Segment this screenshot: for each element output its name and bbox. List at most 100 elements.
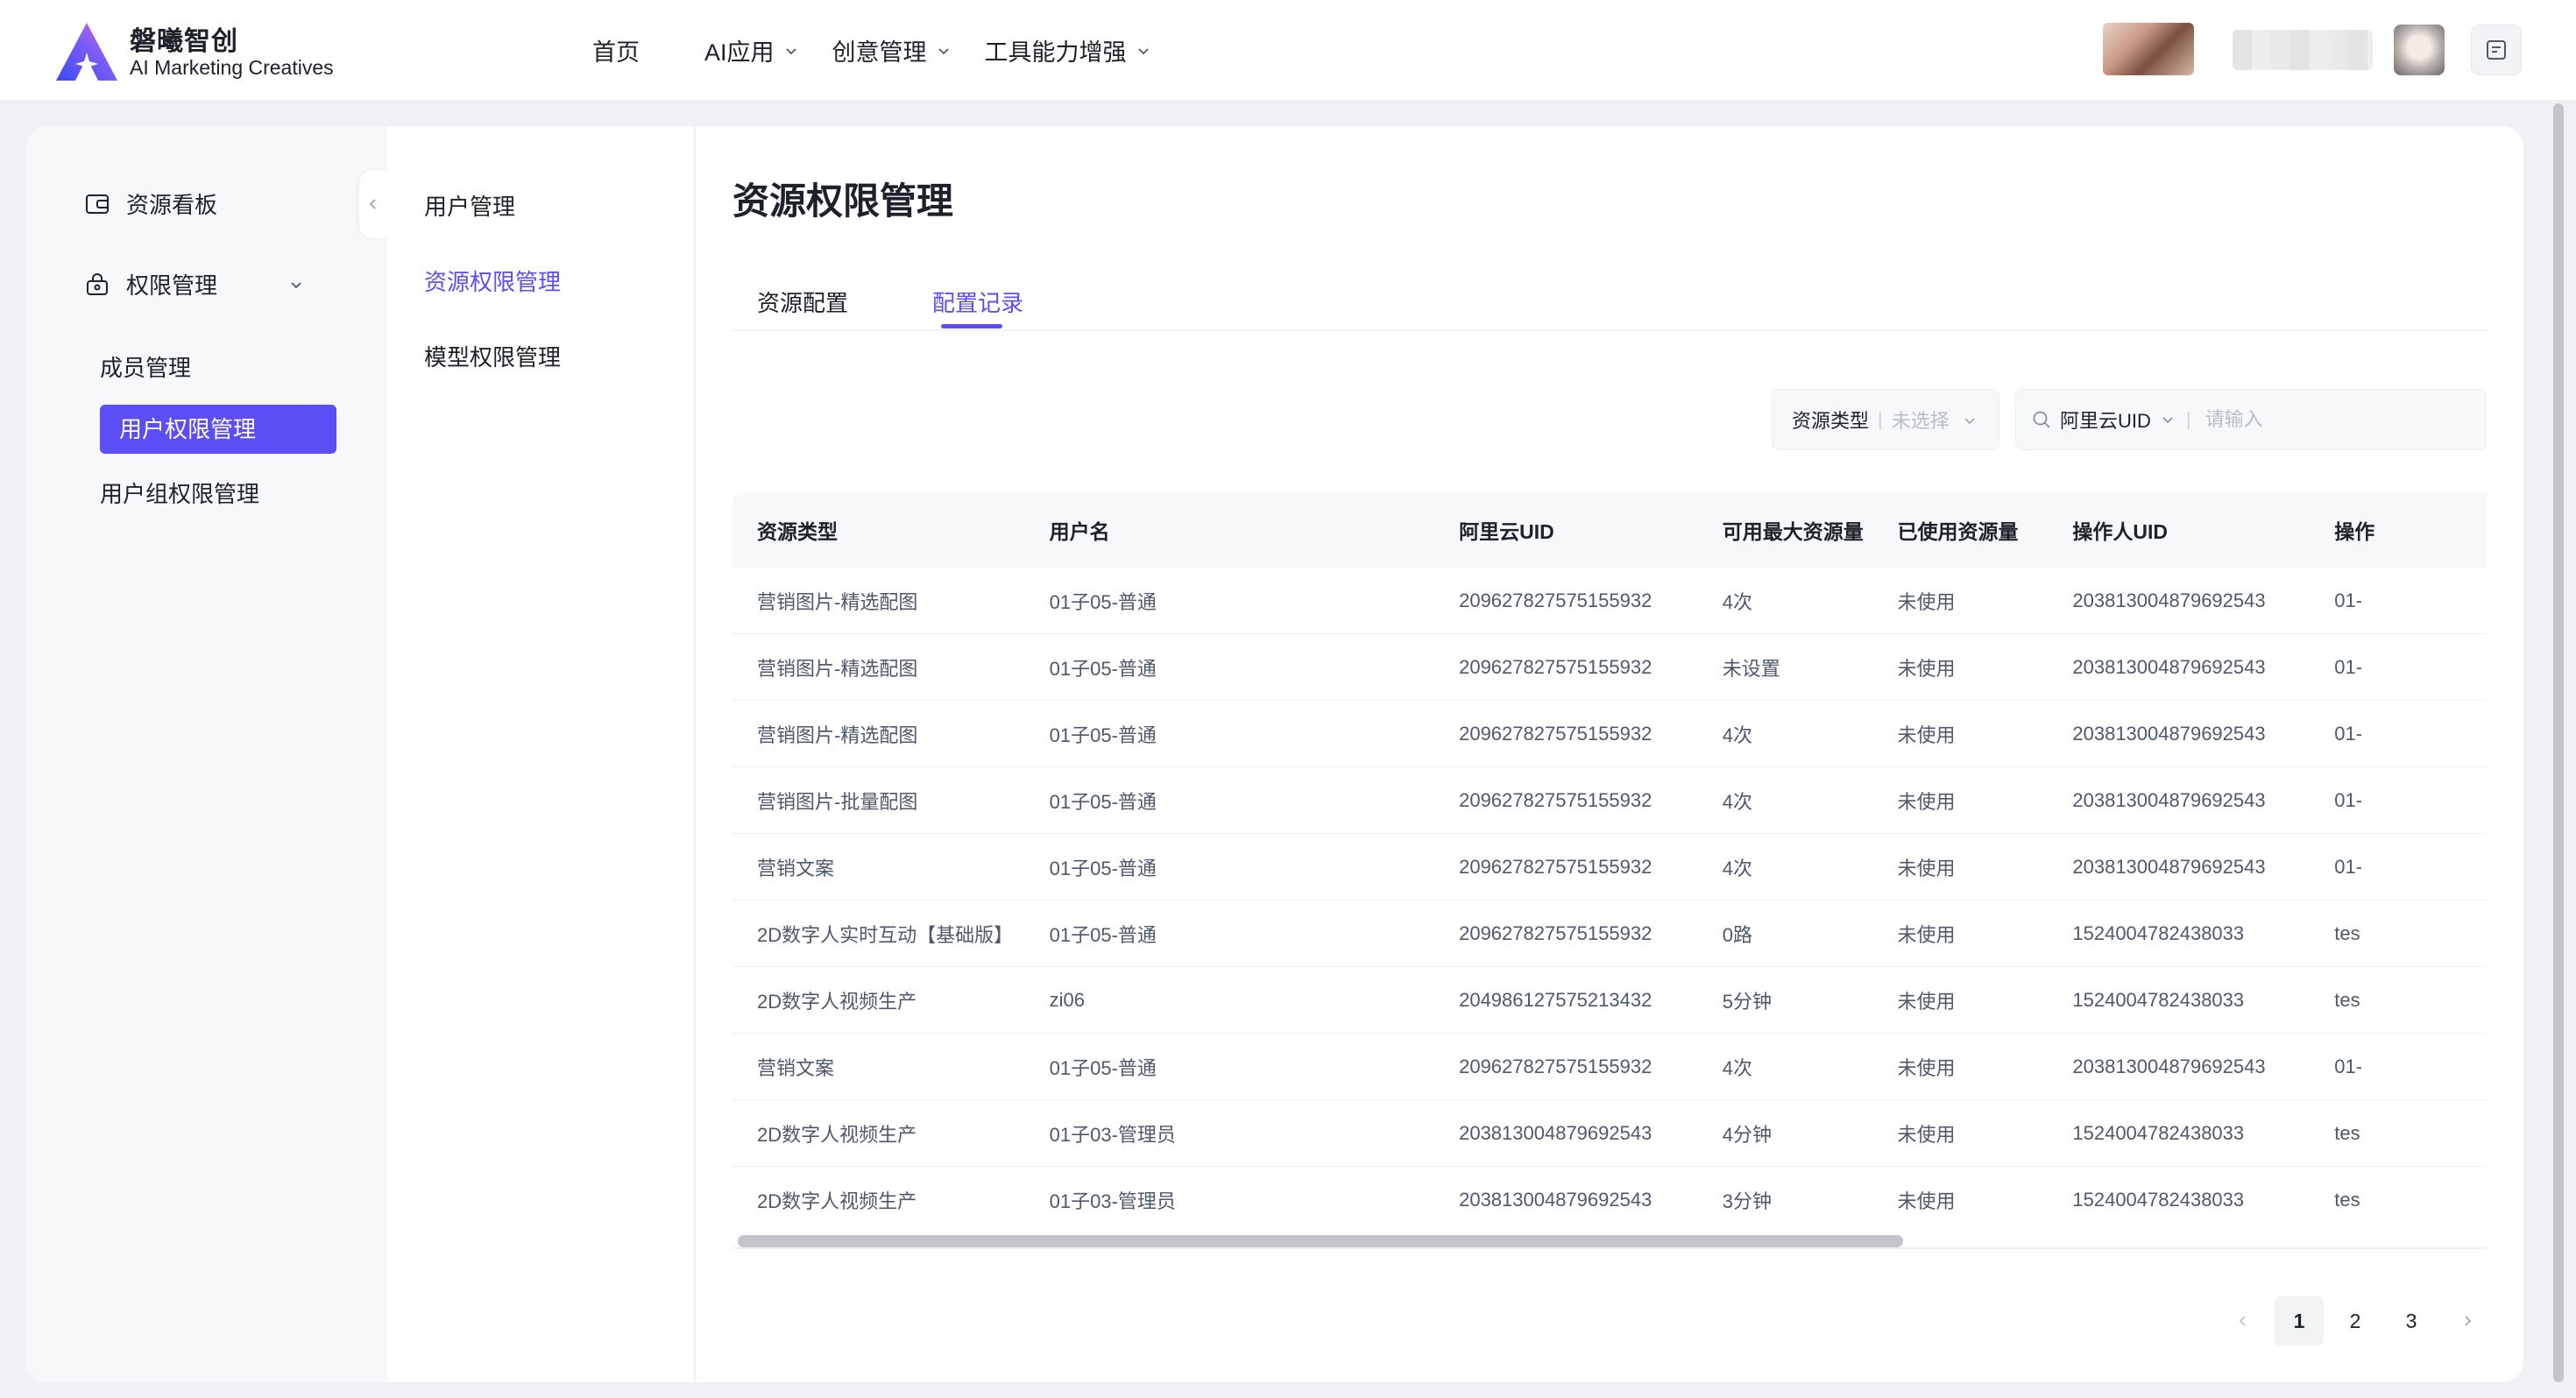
sidebar-collapse-button[interactable] xyxy=(359,170,387,238)
records-table-container: 资源类型 用户名 阿里云UID 可用最大资源量 已使用资源量 操作人UID 操作… xyxy=(732,492,2487,1232)
sidebar-item-dashboard[interactable]: 资源看板 xyxy=(84,187,217,220)
cell-operation: 01- xyxy=(2310,833,2487,900)
brand-logo-icon[interactable] xyxy=(54,21,119,82)
cell-username: 01子05-普通 xyxy=(1024,766,1435,834)
cell-resource-type: 营销图片-批量配图 xyxy=(732,766,1025,834)
cell-operation: 01- xyxy=(2310,766,2487,834)
cell-aliyun-uid: 209627827575155932 xyxy=(1434,766,1698,834)
cell-aliyun-uid: 203813004879692543 xyxy=(1434,1099,1698,1167)
cell-operator-uid: 203813004879692543 xyxy=(2048,568,2311,634)
lock-bag-icon xyxy=(87,272,108,295)
tab-config-records[interactable]: 配置记录 xyxy=(932,286,1023,318)
cell-used-quota: 未使用 xyxy=(1872,1166,2049,1232)
table-row: 2D数字人视频生产 01子03-管理员 203813004879692543 3… xyxy=(732,1166,2487,1232)
page-vertical-scrollbar-thumb[interactable] xyxy=(2553,103,2564,1382)
cell-resource-type: 营销文案 xyxy=(732,833,1025,900)
nav-creative-mgmt-label: 创意管理 xyxy=(832,39,927,66)
top-header: 磐曦智创 AI Marketing Creatives 首页 AI应用 创意管理… xyxy=(0,0,2576,100)
cell-used-quota: 未使用 xyxy=(1872,833,2049,900)
horizontal-scrollbar-thumb[interactable] xyxy=(738,1235,1903,1247)
cell-resource-type: 营销图片-精选配图 xyxy=(732,700,1025,767)
table-row: 营销文案 01子05-普通 209627827575155932 4次 未使用 … xyxy=(732,1033,2487,1100)
table-row: 营销图片-批量配图 01子05-普通 209627827575155932 4次… xyxy=(732,766,2487,834)
page-button-1[interactable]: 1 xyxy=(2275,1296,2324,1345)
column-header-resource-type: 资源类型 xyxy=(732,492,1025,568)
cell-max-quota: 5分钟 xyxy=(1697,966,1873,1034)
brand-subtitle: AI Marketing Creatives xyxy=(130,56,334,79)
next-page-button[interactable] xyxy=(2443,1296,2492,1345)
nav-creative-mgmt[interactable]: 创意管理 xyxy=(832,33,950,67)
nav-tools[interactable]: 工具能力增强 xyxy=(985,33,1150,67)
featured-avatar-image[interactable] xyxy=(2103,23,2194,75)
cell-username: 01子05-普通 xyxy=(1024,700,1435,767)
user-avatar[interactable] xyxy=(2394,25,2445,75)
cell-operation: 01- xyxy=(2310,568,2487,634)
cell-max-quota: 4次 xyxy=(1697,700,1873,767)
nav-tools-label: 工具能力增强 xyxy=(984,39,1127,66)
sidebar-item-dashboard-label: 资源看板 xyxy=(126,192,218,218)
brand-name: 磐曦智创 xyxy=(130,27,238,56)
page-vertical-scrollbar[interactable] xyxy=(2550,103,2567,1382)
sidebar-item-permission[interactable]: 权限管理 xyxy=(84,268,303,300)
sidebar-item-group-permission[interactable]: 用户组权限管理 xyxy=(100,477,259,509)
tab-resource-config[interactable]: 资源配置 xyxy=(757,286,848,318)
cell-operator-uid: 1524004782438033 xyxy=(2048,966,2311,1034)
cell-username: 01子05-普通 xyxy=(1024,1033,1435,1100)
prev-page-button[interactable] xyxy=(2219,1296,2268,1345)
cell-resource-type: 营销图片-精选配图 xyxy=(732,568,1025,634)
uid-search-box: 阿里云UID | xyxy=(2015,389,2487,450)
column-header-used-quota: 已使用资源量 xyxy=(1872,492,2049,568)
cell-max-quota: 4次 xyxy=(1697,766,1873,834)
chevron-down-icon xyxy=(291,281,301,288)
user-name-blurred[interactable] xyxy=(2233,30,2373,70)
horizontal-scrollbar[interactable] xyxy=(732,1232,2487,1249)
cell-operator-uid: 1524004782438033 xyxy=(2048,1099,2311,1167)
subnav-model-permission[interactable]: 模型权限管理 xyxy=(424,340,561,372)
cell-resource-type: 营销图片-精选配图 xyxy=(732,633,1025,701)
cell-resource-type: 营销文案 xyxy=(732,1033,1025,1100)
chevron-down-icon[interactable] xyxy=(2162,413,2174,426)
column-header-aliyun-uid: 阿里云UID xyxy=(1434,492,1698,568)
message-button[interactable] xyxy=(2471,25,2522,75)
table-row: 营销文案 01子05-普通 209627827575155932 4次 未使用 … xyxy=(732,833,2487,900)
sidebar: 资源看板 权限管理 成员管理 用户权限管理 用户组权限管理 xyxy=(26,126,387,1382)
cell-operator-uid: 203813004879692543 xyxy=(2048,700,2311,767)
tab-bar: 资源配置 配置记录 xyxy=(732,275,2487,331)
cell-username: 01子05-普通 xyxy=(1024,900,1435,967)
cell-resource-type: 2D数字人视频生产 xyxy=(732,1099,1025,1167)
search-field-select[interactable]: 阿里云UID xyxy=(2060,406,2151,434)
sidebar-item-user-permission[interactable]: 用户权限管理 xyxy=(100,405,336,454)
chevron-down-icon xyxy=(1964,418,1975,425)
resource-type-select[interactable]: 资源类型 | 未选择 xyxy=(1772,389,1999,450)
chevron-left-icon xyxy=(2239,1316,2246,1326)
subnav-user-mgmt[interactable]: 用户管理 xyxy=(424,189,515,222)
page-title: 资源权限管理 xyxy=(732,180,954,222)
nav-ai-apps[interactable]: AI应用 xyxy=(704,33,797,67)
nav-home[interactable]: 首页 xyxy=(592,33,640,67)
uid-search-input[interactable] xyxy=(2203,407,2470,432)
cell-aliyun-uid: 209627827575155932 xyxy=(1434,633,1698,701)
records-table: 资源类型 用户名 阿里云UID 可用最大资源量 已使用资源量 操作人UID 操作… xyxy=(732,492,2487,1232)
cell-operation: 01- xyxy=(2310,700,2487,767)
secondary-nav: 用户管理 资源权限管理 模型权限管理 xyxy=(387,126,696,1382)
cell-used-quota: 未使用 xyxy=(1872,1033,2049,1100)
cell-resource-type: 2D数字人视频生产 xyxy=(732,966,1025,1034)
page-button-2[interactable]: 2 xyxy=(2331,1296,2380,1345)
cell-used-quota: 未使用 xyxy=(1872,966,2049,1034)
cell-username: zi06 xyxy=(1024,966,1435,1034)
subnav-resource-permission[interactable]: 资源权限管理 xyxy=(424,265,561,297)
wallet-icon xyxy=(86,194,109,214)
message-icon xyxy=(2487,40,2506,60)
column-header-username: 用户名 xyxy=(1024,492,1435,568)
chevron-down-icon xyxy=(938,47,949,54)
cell-aliyun-uid: 203813004879692543 xyxy=(1434,1166,1698,1232)
cell-operation: tes xyxy=(2310,1099,2487,1167)
cell-aliyun-uid: 209627827575155932 xyxy=(1434,900,1698,967)
divider: | xyxy=(2185,408,2191,430)
sidebar-item-members[interactable]: 成员管理 xyxy=(100,350,191,383)
cell-resource-type: 2D数字人实时互动【基础版】 xyxy=(732,900,1025,967)
table-row: 营销图片-精选配图 01子05-普通 209627827575155932 4次… xyxy=(732,568,2487,634)
cell-username: 01子05-普通 xyxy=(1024,633,1435,701)
page-button-3[interactable]: 3 xyxy=(2387,1296,2436,1345)
cell-max-quota: 4次 xyxy=(1697,833,1873,900)
